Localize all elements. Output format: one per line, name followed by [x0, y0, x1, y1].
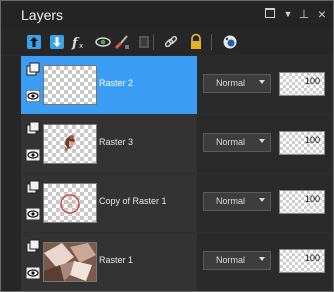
- lock-icon[interactable]: [187, 33, 205, 51]
- scroll-gutter: [1, 56, 21, 291]
- mask-icon[interactable]: [135, 33, 153, 51]
- blend-mode-select[interactable]: Normal: [203, 74, 271, 93]
- blend-mode-value: Normal: [216, 137, 246, 147]
- layer-info[interactable]: Copy of Raster 1: [21, 174, 197, 232]
- maximize-icon[interactable]: [263, 7, 277, 21]
- layer-type-icon[interactable]: [26, 239, 40, 253]
- chevron-down-icon: [259, 257, 265, 261]
- fx-icon[interactable]: f x: [71, 33, 89, 51]
- svg-text:x: x: [79, 42, 83, 50]
- layer-info[interactable]: Raster 2: [21, 56, 197, 114]
- layer-name: Raster 1: [99, 255, 134, 265]
- chevron-down-icon: [259, 80, 265, 84]
- title-bar: Layers ▼ ⊥ ×: [1, 1, 333, 29]
- opacity-value: 100: [304, 194, 320, 204]
- layer-controls: Normal 100: [197, 174, 331, 232]
- layer-name: Copy of Raster 1: [99, 196, 167, 206]
- blend-mode-select[interactable]: Normal: [203, 192, 271, 211]
- eye-icon[interactable]: [26, 208, 40, 220]
- chevron-down-icon[interactable]: ▼: [281, 7, 295, 21]
- eye-icon[interactable]: [26, 90, 40, 102]
- layer-name: Raster 3: [99, 137, 134, 147]
- layer-row[interactable]: Raster 1 Normal 100: [21, 233, 331, 291]
- layer-info[interactable]: Raster 1: [21, 233, 197, 291]
- blend-mode-select[interactable]: Normal: [203, 133, 271, 152]
- link-icon[interactable]: [162, 33, 180, 51]
- chevron-down-icon: [259, 198, 265, 202]
- palette-icon[interactable]: [221, 33, 239, 51]
- opacity-field[interactable]: 100: [279, 72, 325, 96]
- raster-1-art: [44, 243, 96, 281]
- copy-raster-1-art: [60, 194, 80, 214]
- opacity-value: 100: [304, 76, 320, 86]
- layer-controls: Normal 100: [197, 233, 331, 291]
- new-layer-icon[interactable]: [25, 33, 43, 51]
- layer-controls: Normal 100: [197, 56, 331, 114]
- eye-icon[interactable]: [26, 149, 40, 161]
- brush-icon[interactable]: [113, 33, 131, 51]
- opacity-field[interactable]: 100: [279, 249, 325, 273]
- layer-thumbnail: [43, 124, 97, 164]
- raster-3-art: [64, 135, 75, 152]
- layer-row[interactable]: Raster 2 Normal 100: [21, 56, 331, 114]
- layer-info[interactable]: Raster 3: [21, 115, 197, 173]
- opacity-field[interactable]: 100: [279, 190, 325, 214]
- blend-mode-value: Normal: [216, 78, 246, 88]
- layer-list: Raster 2 Normal 100 Raster 3 Normal 100 …: [21, 56, 331, 291]
- opacity-value: 100: [304, 135, 320, 145]
- opacity-value: 100: [304, 253, 320, 263]
- layer-type-icon[interactable]: [26, 121, 40, 135]
- opacity-field[interactable]: 100: [279, 131, 325, 155]
- visibility-icon[interactable]: [94, 33, 112, 51]
- layer-thumbnail: [43, 242, 97, 282]
- pin-icon[interactable]: ⊥: [297, 7, 311, 21]
- layer-row[interactable]: Raster 3 Normal 100: [21, 115, 331, 173]
- layer-row[interactable]: Copy of Raster 1 Normal 100: [21, 174, 331, 232]
- layer-name: Raster 2: [99, 78, 134, 88]
- blend-mode-value: Normal: [216, 255, 246, 265]
- toolbar-separator: [211, 34, 212, 50]
- blend-mode-select[interactable]: Normal: [203, 251, 271, 270]
- toolbar-separator: [153, 34, 154, 50]
- eye-icon[interactable]: [26, 267, 40, 279]
- blend-mode-value: Normal: [216, 196, 246, 206]
- layer-type-icon[interactable]: [26, 180, 40, 194]
- layers-panel: Layers ▼ ⊥ × f x Raster 2 Normal 100 Ras…: [0, 0, 334, 292]
- layer-type-icon[interactable]: [26, 62, 40, 76]
- layer-thumbnail: [43, 183, 97, 223]
- chevron-down-icon: [259, 139, 265, 143]
- panel-title: Layers: [21, 7, 64, 23]
- toolbar: f x: [1, 29, 333, 55]
- close-icon[interactable]: ×: [315, 7, 329, 21]
- merge-down-icon[interactable]: [48, 33, 66, 51]
- layer-controls: Normal 100: [197, 115, 331, 173]
- layer-thumbnail: [43, 65, 97, 105]
